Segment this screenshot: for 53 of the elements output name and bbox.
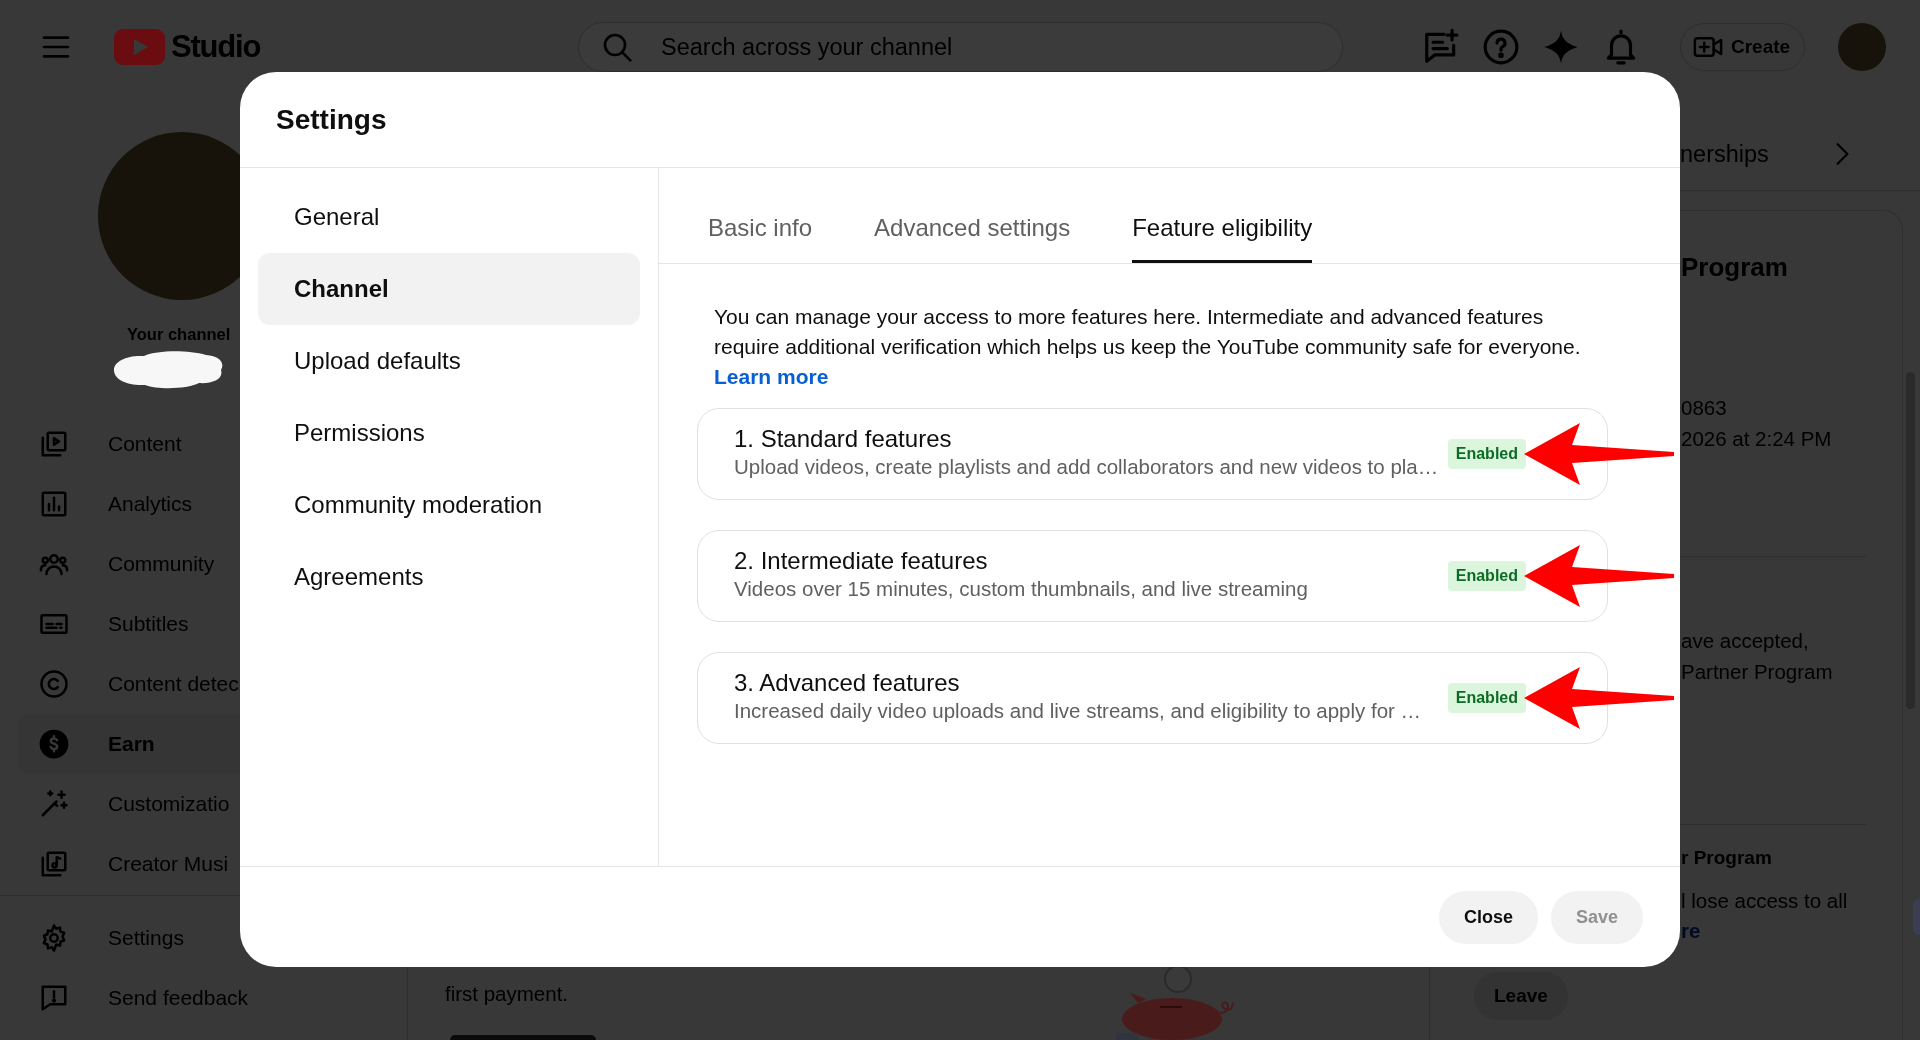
sidebar-item[interactable]: Customizatio (18, 774, 389, 834)
card-title: Program (1681, 251, 1789, 283)
play-logo-icon[interactable] (114, 29, 165, 65)
body-text: ave accepted, (1681, 628, 1810, 654)
feature-title: 3. Advanced features (734, 668, 960, 697)
body-text: l lose access to all (1681, 888, 1849, 914)
detail-text: 0863 (1681, 395, 1728, 421)
music-library-icon (39, 849, 69, 879)
feature-title: 1. Standard features (734, 424, 952, 453)
dollar-icon (39, 729, 69, 759)
logo-text[interactable]: Studio (171, 29, 261, 65)
body-text: first payment. (445, 981, 570, 1007)
detail-text: 2026 at 2:24 PM (1681, 426, 1833, 452)
feedback-icon (39, 983, 69, 1013)
sidebar-item[interactable]: Send feedback (18, 968, 389, 1028)
body-text: Partner Program (1681, 659, 1834, 685)
link[interactable]: re (1681, 916, 1866, 946)
tab[interactable]: Basic info (708, 168, 813, 263)
search-field[interactable]: Search across your channel (578, 22, 1343, 72)
copyright-icon (39, 669, 69, 699)
magic-wand-icon (39, 789, 69, 819)
tab[interactable]: Feature eligibility (1132, 168, 1313, 263)
action-button[interactable] (450, 1035, 596, 1040)
intro-text: You can manage your access to more features here. Intermediate and advanced features require additional verification which helps us keep the YouTube community safe for everyone. Learn more (714, 304, 1582, 390)
tab[interactable]: Advanced settings (874, 168, 1071, 263)
learn-more-link[interactable]: Learn more (714, 365, 829, 388)
help-icon[interactable] (1482, 28, 1520, 66)
section-title: r Program (1681, 846, 1773, 870)
feature-title: 2. Intermediate features (734, 546, 988, 575)
settings-nav-item[interactable]: Channel (258, 253, 640, 325)
dialog-title: Settings (276, 103, 387, 136)
feature-description: Upload videos, create playlists and add collaborators and new videos to pla… (734, 453, 1439, 480)
feature-description: Increased daily video uploads and live streams, and eligibility to apply for … (734, 697, 1422, 724)
side-panel-tab[interactable] (1913, 899, 1920, 935)
dialog-button[interactable]: Close (1438, 890, 1538, 944)
sidebar-item[interactable]: Content detec (18, 654, 389, 714)
sidebar-item[interactable]: Creator Musi (18, 834, 389, 894)
status-badge: Enabled (1447, 439, 1526, 469)
video-library-icon (39, 429, 69, 459)
status-badge: Enabled (1447, 683, 1526, 713)
sidebar-item[interactable]: Settings (18, 908, 389, 968)
channel-label: Your channel (127, 324, 231, 345)
settings-nav-item[interactable]: Upload defaults (258, 325, 640, 397)
bar-chart-icon (39, 489, 69, 519)
feature-description: Videos over 15 minutes, custom thumbnails, and live streaming (734, 575, 1308, 602)
settings-nav-item[interactable]: General (258, 181, 640, 253)
tab[interactable]: nerships (1680, 140, 1769, 168)
avatar-image[interactable] (1838, 23, 1887, 71)
status-badge: Enabled (1447, 561, 1526, 591)
search-icon (601, 31, 633, 63)
settings-nav-item[interactable]: Community moderation (258, 469, 640, 541)
settings-nav-item[interactable]: Permissions (258, 397, 640, 469)
message-plus-icon[interactable] (1422, 28, 1460, 66)
